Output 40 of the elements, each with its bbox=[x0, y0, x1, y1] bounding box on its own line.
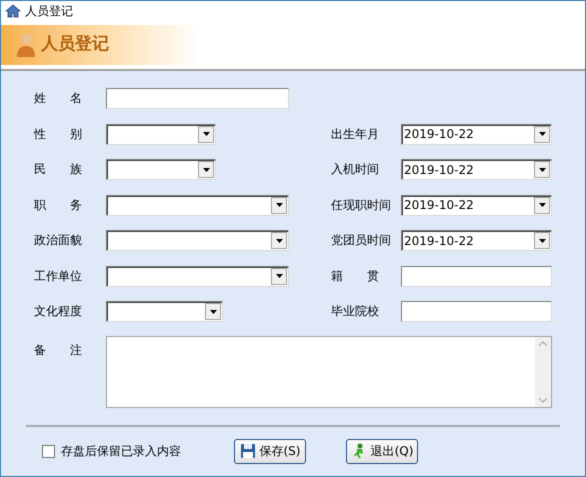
house-icon bbox=[5, 4, 21, 18]
field-label: 任现职时间 bbox=[331, 196, 392, 214]
field-label: 备 注 bbox=[34, 342, 83, 358]
text-field[interactable] bbox=[401, 266, 552, 286]
notes-field[interactable] bbox=[106, 336, 552, 408]
text-field[interactable] bbox=[401, 301, 552, 322]
dropdown-value: 2019-10-22 bbox=[403, 162, 474, 178]
field-label: 毕业院校 bbox=[331, 303, 380, 320]
field-label: 性 别 bbox=[34, 126, 83, 142]
field-label: 入机时间 bbox=[331, 161, 380, 178]
field-label: 政治面貌 bbox=[34, 232, 83, 249]
dropdown-field[interactable] bbox=[106, 124, 216, 144]
dropdown-value: 2019-10-22 bbox=[403, 126, 474, 143]
text-field[interactable] bbox=[106, 88, 289, 109]
header-title: 人员登记 bbox=[41, 33, 109, 56]
dropdown-field[interactable] bbox=[106, 230, 289, 251]
dropdown-value: 2019-10-22 bbox=[403, 197, 474, 214]
dropdown-field[interactable]: 2019-10-22 bbox=[401, 194, 552, 216]
checkbox[interactable] bbox=[42, 444, 55, 458]
dropdown-value: 2019-10-22 bbox=[403, 232, 474, 250]
field-label: 籍 贯 bbox=[331, 268, 380, 284]
checkbox-label: 存盘后保留已录入内容 bbox=[61, 443, 181, 460]
dropdown-field[interactable] bbox=[106, 301, 223, 322]
save-button[interactable]: 保存(S) bbox=[234, 438, 306, 464]
dropdown-field[interactable] bbox=[106, 159, 216, 180]
dropdown-field[interactable] bbox=[106, 194, 289, 216]
field-label: 出生年月 bbox=[331, 126, 380, 142]
dropdown-field[interactable]: 2019-10-22 bbox=[401, 230, 552, 251]
dropdown-field[interactable] bbox=[106, 266, 289, 286]
window-title: 人员登记 bbox=[25, 3, 73, 20]
dropdown-field[interactable]: 2019-10-22 bbox=[401, 159, 552, 180]
person-icon bbox=[15, 33, 37, 57]
field-label: 姓 名 bbox=[34, 90, 83, 107]
field-label: 工作单位 bbox=[34, 268, 83, 284]
field-label: 民 族 bbox=[34, 161, 83, 178]
dropdown-field[interactable]: 2019-10-22 bbox=[401, 124, 552, 144]
exit-button[interactable]: 退出(Q) bbox=[346, 438, 418, 464]
field-label: 党团员时间 bbox=[331, 232, 392, 249]
field-label: 文化程度 bbox=[34, 303, 83, 320]
field-label: 职 务 bbox=[34, 196, 83, 214]
